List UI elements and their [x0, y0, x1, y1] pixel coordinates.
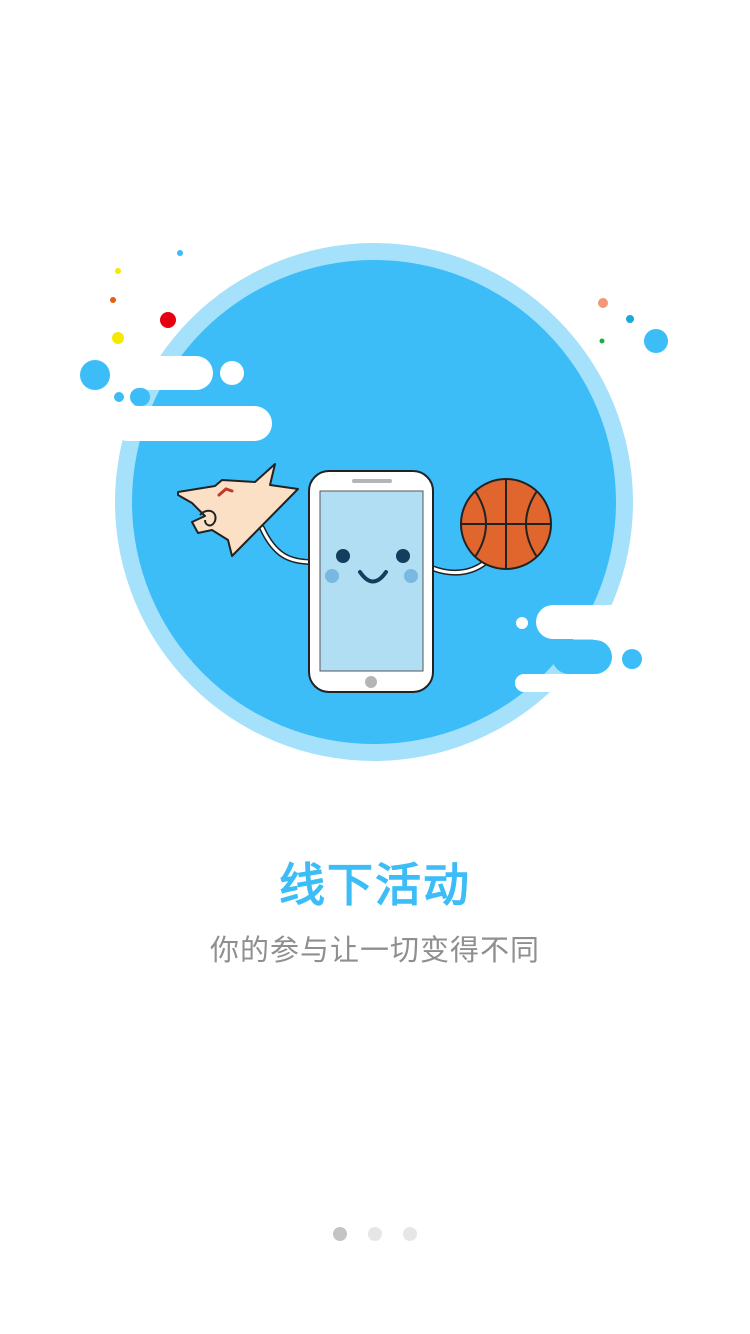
- page-indicator-dot-2[interactable]: [368, 1227, 382, 1241]
- basketball-icon: [460, 478, 552, 570]
- page-indicator: [0, 1227, 750, 1243]
- page-indicator-dot-3[interactable]: [403, 1227, 417, 1241]
- page-indicator-dot-1[interactable]: [333, 1227, 347, 1241]
- page-subtitle: 你的参与让一切变得不同: [209, 933, 540, 967]
- page-title: 线下活动: [279, 858, 471, 912]
- phone-mascot-icon: [308, 470, 434, 693]
- onboarding-illustration: [80, 243, 668, 761]
